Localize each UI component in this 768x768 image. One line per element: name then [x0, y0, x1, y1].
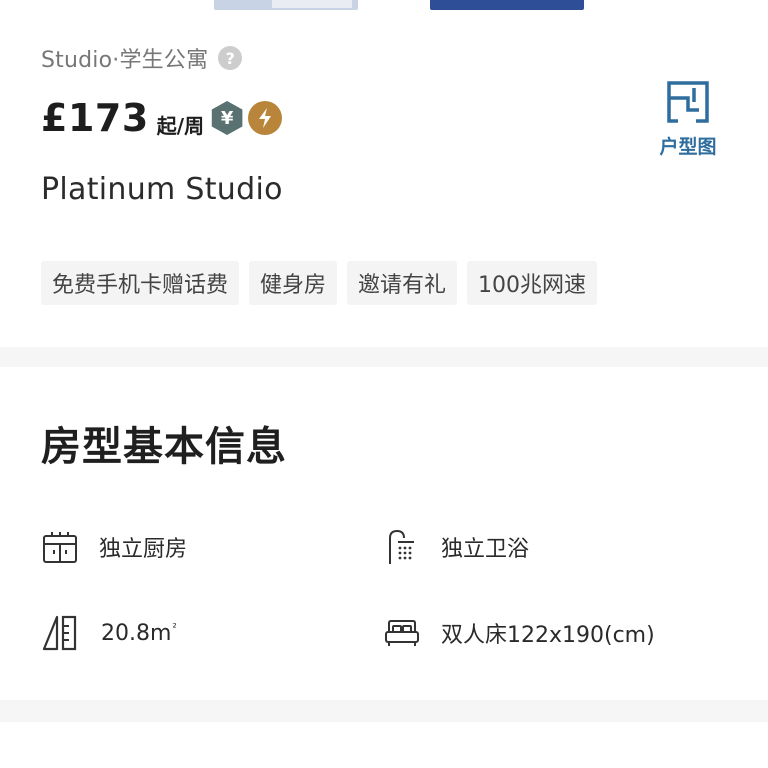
feature-tag: 免费手机卡赠话费: [41, 261, 240, 305]
floorplan-button[interactable]: 户型图: [652, 80, 724, 164]
area-label: 20.8m²: [101, 620, 177, 646]
image-gallery-strip[interactable]: [0, 0, 768, 12]
room-type-row: Studio·学生公寓 ?: [41, 44, 243, 73]
bed-info: 双人床122x190(cm): [383, 613, 655, 653]
room-detail-page: Studio·学生公寓 ? £173 起/周 ¥ 户型图 Platinum St…: [0, 0, 768, 768]
bed-icon: [383, 614, 421, 652]
feature-tag: 100兆网速: [467, 261, 598, 305]
floorplan-label: 户型图: [659, 136, 717, 158]
yuan-badge-icon[interactable]: ¥: [211, 101, 243, 135]
feature-tags: 免费手机卡赠话费 健身房 邀请有礼 100兆网速: [41, 261, 598, 305]
price-unit: 起/周: [156, 113, 205, 138]
flash-badge-icon[interactable]: [248, 101, 283, 135]
floorplan-icon: [667, 81, 709, 123]
room-type-subtitle: Studio·学生公寓: [41, 48, 209, 73]
room-name: Platinum Studio: [41, 172, 283, 207]
section-divider: [0, 700, 768, 722]
gallery-image[interactable]: [430, 0, 584, 10]
area-info: 20.8m²: [41, 613, 177, 653]
basic-info-title: 房型基本信息: [41, 424, 287, 470]
kitchen-icon: [41, 528, 79, 566]
shower-icon: [383, 528, 421, 566]
help-icon[interactable]: ?: [218, 46, 243, 70]
bed-label: 双人床122x190(cm): [441, 623, 655, 648]
bath-info: 独立卫浴: [383, 527, 529, 567]
price-row: £173 起/周 ¥: [41, 92, 283, 144]
feature-tag: 邀请有礼: [347, 261, 458, 305]
feature-tag: 健身房: [249, 261, 338, 305]
kitchen-label: 独立厨房: [99, 537, 188, 562]
bath-label: 独立卫浴: [441, 537, 530, 562]
kitchen-info: 独立厨房: [41, 527, 187, 567]
gallery-image[interactable]: [214, 0, 358, 10]
price: £173: [41, 96, 149, 140]
section-divider: [0, 347, 768, 367]
area-icon: [41, 614, 79, 652]
